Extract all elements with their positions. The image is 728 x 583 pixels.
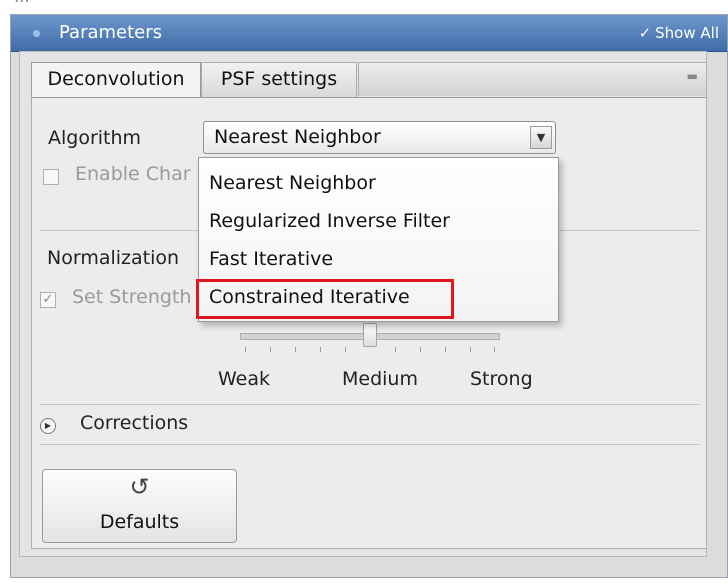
slider-tick — [295, 347, 296, 352]
collapse-dot-icon[interactable] — [33, 30, 40, 37]
enable-channel-checkbox[interactable] — [43, 169, 59, 185]
panel-title: Parameters — [59, 22, 163, 43]
slider-tick — [345, 347, 346, 352]
corrections-expander-label[interactable]: Corrections — [80, 412, 188, 434]
set-strength-label: Set Strength — [72, 286, 192, 308]
algorithm-selected-value: Nearest Neighbor — [214, 126, 381, 148]
set-strength-checkbox[interactable]: ✓ — [40, 292, 56, 308]
dropdown-option-regularized-inverse-filter[interactable]: Regularized Inverse Filter — [209, 210, 450, 232]
strength-slider-thumb[interactable] — [363, 323, 377, 347]
separator — [40, 404, 700, 405]
tab-strip-filler: ▬ — [358, 62, 707, 96]
slider-tick — [420, 347, 421, 352]
highlight-box — [196, 279, 454, 319]
slider-tick — [270, 347, 271, 352]
tab-bar: Deconvolution PSF settings ▬ — [31, 62, 707, 98]
slider-tick — [320, 347, 321, 352]
panel-titlebar: Parameters ✓ Show All — [11, 15, 727, 52]
slider-tick — [470, 347, 471, 352]
slider-label-strong: Strong — [470, 368, 533, 390]
algorithm-combobox[interactable]: Nearest Neighbor ▼ — [203, 121, 556, 154]
tab-menu-icon[interactable]: ▬ — [687, 69, 698, 83]
algorithm-label: Algorithm — [48, 127, 142, 149]
undo-icon: ↺ — [129, 473, 150, 501]
slider-tick — [494, 347, 495, 352]
tab-psf-settings[interactable]: PSF settings — [201, 62, 357, 97]
separator — [40, 444, 700, 445]
dropdown-option-nearest-neighbor[interactable]: Nearest Neighbor — [209, 172, 376, 194]
slider-tick — [445, 347, 446, 352]
checkmark-icon: ✓ — [638, 24, 652, 42]
chevron-down-icon[interactable]: ▼ — [530, 126, 552, 149]
defaults-button-label: Defaults — [99, 511, 180, 533]
slider-tick — [245, 347, 246, 352]
slider-label-weak: Weak — [218, 368, 271, 390]
slider-label-medium: Medium — [342, 368, 418, 390]
slider-tick — [395, 347, 396, 352]
defaults-button[interactable]: ↺ Defaults — [42, 469, 237, 543]
tab-deconvolution[interactable]: Deconvolution — [31, 62, 201, 97]
normalization-label: Normalization — [47, 247, 180, 269]
show-all-label: Show All — [655, 24, 719, 42]
expand-arrow-icon[interactable]: ▶ — [40, 418, 56, 434]
dropdown-option-fast-iterative[interactable]: Fast Iterative — [209, 248, 333, 270]
enable-channel-label: Enable Char — [75, 163, 191, 185]
top-caption-fragment: ⋯ — [14, 0, 30, 10]
show-all-toggle[interactable]: ✓ Show All — [639, 24, 719, 42]
